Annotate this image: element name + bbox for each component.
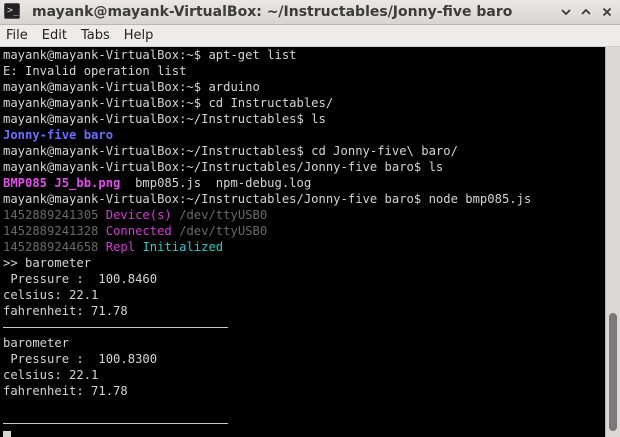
terminal-text: 1452889241305 xyxy=(3,208,99,222)
terminal-line: Pressure : 100.8460 xyxy=(3,271,531,287)
terminal-line: fahrenheit: 71.78 xyxy=(3,383,531,399)
terminal-lines: mayank@mayank-VirtualBox:~$ apt-get list… xyxy=(3,47,531,437)
scrollbar-thumb[interactable] xyxy=(609,313,617,431)
terminal-text: Pressure : 100.8300 xyxy=(3,352,158,366)
terminal-text: Jonny-five baro xyxy=(3,128,114,142)
separator-line xyxy=(3,327,228,328)
terminal-text: E: Invalid operation list xyxy=(3,64,187,78)
minimize-icon[interactable] xyxy=(557,3,575,21)
window-title: mayank@mayank-VirtualBox: ~/Instructable… xyxy=(32,4,513,20)
menu-edit[interactable]: Edit xyxy=(35,25,74,46)
terminal-text: mayank@mayank-VirtualBox:~/Instructables… xyxy=(3,112,326,126)
maximize-icon[interactable] xyxy=(577,3,595,21)
title-bar[interactable]: >_ mayank@mayank-VirtualBox: ~/Instructa… xyxy=(0,0,620,25)
terminal-text: celsius: 22.1 xyxy=(3,368,99,382)
terminal-text: mayank@mayank-VirtualBox:~/Instructables… xyxy=(3,144,458,158)
terminal-line: celsius: 22.1 xyxy=(3,287,531,303)
terminal-text: mayank@mayank-VirtualBox:~$ apt-get list xyxy=(3,48,297,62)
terminal-text: Pressure : 100.8460 xyxy=(3,272,158,286)
terminal-text: bmp085.js npm-debug.log xyxy=(120,176,312,190)
terminal-text: >> barometer xyxy=(3,256,92,270)
cursor-line xyxy=(3,431,531,437)
terminal-line: mayank@mayank-VirtualBox:~$ arduino xyxy=(3,79,531,95)
terminal-text: /dev/ttyUSB0 xyxy=(171,208,268,222)
terminal-line: mayank@mayank-VirtualBox:~/Instructables… xyxy=(3,159,531,175)
terminal-line: 1452889244658 Repl Initialized xyxy=(3,239,531,255)
terminal-line: mayank@mayank-VirtualBox:~$ apt-get list xyxy=(3,47,531,63)
text-cursor xyxy=(3,431,11,437)
terminal-text: 1452889244658 xyxy=(3,240,99,254)
menu-help[interactable]: Help xyxy=(117,25,161,46)
terminal-line: 1452889241305 Device(s) /dev/ttyUSB0 xyxy=(3,207,531,223)
terminal-text: celsius: 22.1 xyxy=(3,288,99,302)
terminal-line: Jonny-five baro xyxy=(3,127,531,143)
terminal-line: celsius: 22.1 xyxy=(3,367,531,383)
vertical-scrollbar[interactable] xyxy=(605,47,620,437)
separator-rule xyxy=(3,319,531,335)
menu-tabs[interactable]: Tabs xyxy=(74,25,117,46)
menu-file[interactable]: File xyxy=(0,25,35,46)
terminal-line: mayank@mayank-VirtualBox:~/Instructables… xyxy=(3,143,531,159)
terminal-text: mayank@mayank-VirtualBox:~$ arduino xyxy=(3,80,260,94)
terminal-line: mayank@mayank-VirtualBox:~/Instructables… xyxy=(3,191,531,207)
terminal-line: fahrenheit: 71.78 xyxy=(3,303,531,319)
terminal-text: mayank@mayank-VirtualBox:~/Instructables… xyxy=(3,160,444,174)
terminal-text: Connected xyxy=(105,224,172,238)
terminal-line: 1452889241328 Connected /dev/ttyUSB0 xyxy=(3,223,531,239)
terminal-line: barometer xyxy=(3,335,531,351)
terminal-line: >> barometer xyxy=(3,255,531,271)
terminal-line: mayank@mayank-VirtualBox:~/Instructables… xyxy=(3,111,531,127)
terminal-text: mayank@mayank-VirtualBox:~/Instructables… xyxy=(3,192,532,206)
terminal-text: /dev/ttyUSB0 xyxy=(171,224,268,238)
terminal-text: fahrenheit: 71.78 xyxy=(3,304,128,318)
terminal-text: 1452889241328 xyxy=(3,224,99,238)
terminal-output[interactable]: mayank@mayank-VirtualBox:~$ apt-get list… xyxy=(0,47,605,437)
close-icon[interactable] xyxy=(598,3,616,21)
terminal-text: Repl xyxy=(105,240,136,254)
separator-rule xyxy=(3,415,531,431)
terminal-text: mayank@mayank-VirtualBox:~$ cd Instructa… xyxy=(3,96,334,110)
terminal-text: BMP085 J5_bb.png xyxy=(3,176,121,190)
terminal-line: E: Invalid operation list xyxy=(3,63,531,79)
terminal-line: BMP085 J5_bb.png bmp085.js npm-debug.log xyxy=(3,175,531,191)
separator-line xyxy=(3,423,228,424)
menu-bar: File Edit Tabs Help xyxy=(0,25,620,47)
terminal-window: >_ mayank@mayank-VirtualBox: ~/Instructa… xyxy=(0,0,620,437)
terminal-line: mayank@mayank-VirtualBox:~$ cd Instructa… xyxy=(3,95,531,111)
terminal-text: fahrenheit: 71.78 xyxy=(3,384,128,398)
terminal-icon: >_ xyxy=(4,3,20,19)
terminal-text: barometer xyxy=(3,336,70,350)
terminal-line: Pressure : 100.8300 xyxy=(3,351,531,367)
terminal-text: Initialized xyxy=(142,240,224,254)
terminal-text: Device(s) xyxy=(105,208,172,222)
